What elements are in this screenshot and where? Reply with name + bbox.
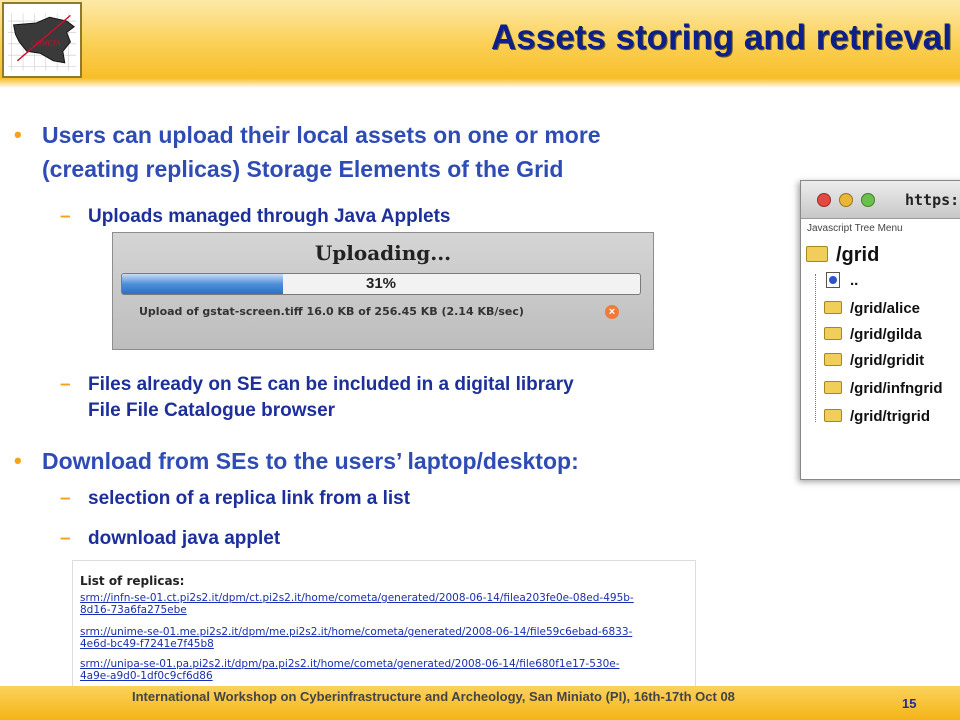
sub-bullet-replica-link: – selection of a replica link from a lis…: [60, 486, 648, 512]
tree-menu-header: Javascript Tree Menu: [807, 223, 903, 234]
close-window-button[interactable]: [817, 193, 831, 207]
address-bar-url[interactable]: https://: [905, 191, 960, 209]
bullet-dot: •: [14, 122, 22, 147]
slide-header: COMETA Assets storing and retrieval: [0, 0, 960, 88]
tree-item-parent[interactable]: ..: [826, 272, 858, 289]
tree-item-label: /grid/gilda: [850, 326, 922, 343]
tree-item-label: /grid/alice: [850, 300, 921, 317]
slide-footer: International Workshop on Cyberinfrastru…: [0, 686, 960, 720]
slide-title: Assets storing and retrieval: [491, 18, 952, 57]
bullet-upload: • Users can upload their local assets on…: [14, 118, 802, 186]
tree-root-label: /grid: [836, 244, 880, 266]
sub-bullet-dash: –: [60, 206, 71, 227]
minimize-window-button[interactable]: [839, 193, 853, 207]
tree-root-grid[interactable]: /grid: [806, 244, 879, 267]
upload-title: Uploading...: [314, 241, 452, 265]
folder-icon: [824, 301, 842, 314]
svg-text:COMETA: COMETA: [31, 39, 61, 48]
upload-progress-percent: 31%: [365, 275, 397, 292]
tree-item-parent-label: ..: [850, 272, 859, 289]
bullet-upload-line2: (creating replicas) Storage Elements of …: [42, 156, 564, 182]
bullet-download-text: Download from SEs to the users’ laptop/d…: [42, 448, 579, 474]
tree-item-label: /grid/gridit: [850, 352, 925, 369]
sub-bullet-java-applet: – download java applet: [60, 526, 648, 552]
replica-link-2-cont[interactable]: 4e6d-bc49-f7241e7f45b8: [80, 638, 690, 650]
logo-graphic: COMETA: [4, 4, 80, 76]
browser-titlebar: https://: [801, 181, 960, 219]
tree-item-trigrid[interactable]: /grid/trigrid: [824, 408, 930, 425]
folder-icon: [824, 353, 842, 366]
replica-list-header: List of replicas:: [80, 574, 185, 588]
tree-item-alice[interactable]: /grid/alice: [824, 300, 920, 317]
zoom-window-button[interactable]: [861, 193, 875, 207]
folder-icon: [824, 409, 842, 422]
sub-bullet-digital-library-line2: File File Catalogue browser: [88, 400, 336, 421]
tree-item-label: /grid/trigrid: [850, 408, 930, 425]
tree-item-gilda[interactable]: /grid/gilda: [824, 326, 922, 343]
bullet-upload-line1: Users can upload their local assets on o…: [42, 122, 601, 148]
bullet-download: • Download from SEs to the users’ laptop…: [14, 444, 802, 478]
sub-bullet-replica-link-text: selection of a replica link from a list: [88, 488, 411, 509]
footer-event-text: International Workshop on Cyberinfrastru…: [132, 689, 735, 704]
sub-bullet-digital-library-line1: Files already on SE can be included in a…: [88, 374, 574, 395]
cancel-icon[interactable]: ×: [605, 305, 619, 319]
sicily-grid-logo: COMETA: [2, 2, 82, 78]
sub-bullet-dash: –: [60, 528, 71, 549]
upload-applet-window: Uploading... 31% Upload of gstat-screen.…: [112, 232, 654, 350]
folder-icon: [824, 327, 842, 340]
upload-status-text: Upload of gstat-screen.tiff 16.0 KB of 2…: [139, 305, 524, 318]
replica-link-3[interactable]: srm://unipa-se-01.pa.pi2s2.it/dpm/pa.pi2…: [80, 658, 690, 670]
sub-bullet-java-applet-text: download java applet: [88, 528, 281, 549]
replica-link-1-cont[interactable]: 8d16-73a6fa275ebe: [80, 604, 690, 616]
replica-link-2[interactable]: srm://unime-se-01.me.pi2s2.it/dpm/me.pi2…: [80, 626, 690, 638]
sub-bullet-applets-text: Uploads managed through Java Applets: [88, 206, 451, 227]
tree-item-infngrid[interactable]: /grid/infngrid: [824, 380, 942, 397]
sub-bullet-dash: –: [60, 374, 71, 395]
sub-bullet-digital-library: – Files already on SE can be included in…: [60, 372, 788, 424]
sub-bullet-applets: – Uploads managed through Java Applets: [60, 204, 648, 230]
bullet-dot: •: [14, 448, 22, 473]
tree-connector-line: [815, 274, 816, 422]
page-number: 15: [902, 696, 917, 711]
replica-link-3-cont[interactable]: 4a9e-a9d0-1df0c9cf6d86: [80, 670, 690, 682]
folder-icon: [824, 381, 842, 394]
document-icon: [826, 272, 840, 288]
upload-progress-bar: 31%: [121, 273, 641, 295]
replica-link-1[interactable]: srm://infn-se-01.ct.pi2s2.it/dpm/ct.pi2s…: [80, 592, 690, 604]
tree-item-gridit[interactable]: /grid/gridit: [824, 352, 924, 369]
replica-list-panel: List of replicas: srm://infn-se-01.ct.pi…: [72, 560, 696, 696]
folder-open-icon: [806, 246, 828, 262]
tree-item-label: /grid/infngrid: [850, 380, 943, 397]
sub-bullet-dash: –: [60, 488, 71, 509]
